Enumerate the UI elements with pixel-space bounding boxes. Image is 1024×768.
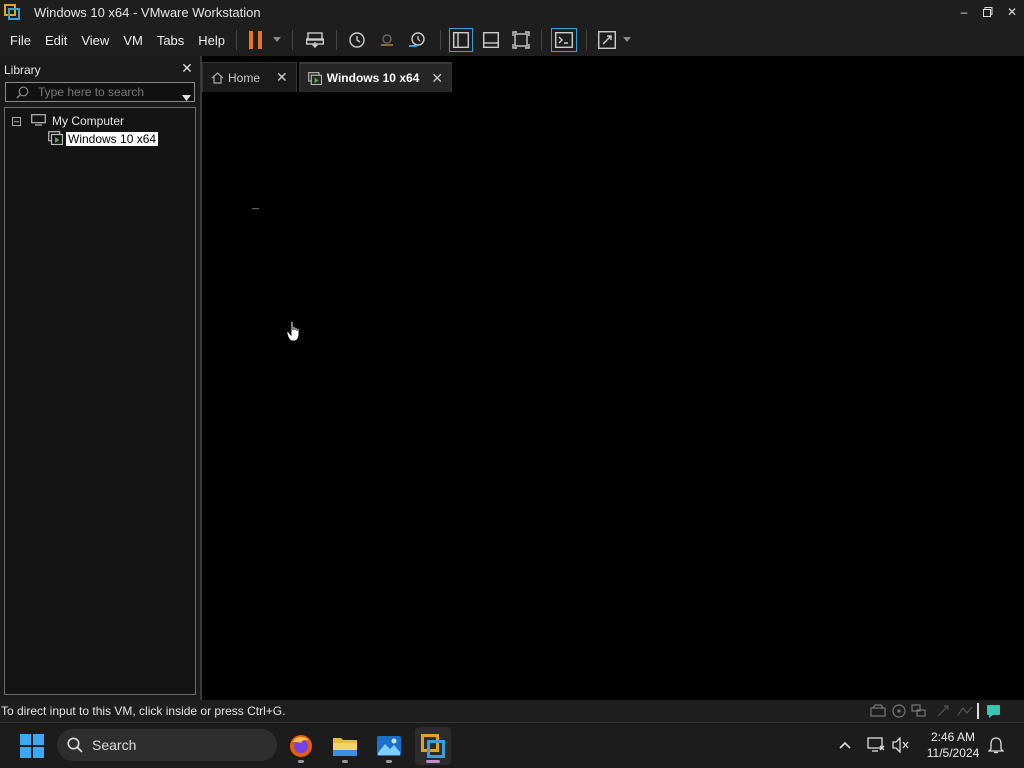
tree-label-my-computer: My Computer	[52, 114, 125, 128]
toolbar-separator	[292, 30, 293, 50]
search-icon	[67, 737, 83, 753]
tab-home[interactable]: Home ✕	[202, 62, 297, 92]
toolbar-separator	[236, 30, 237, 50]
notification-bell-icon[interactable]	[986, 735, 1006, 755]
stretch-dropdown-chevron-icon[interactable]	[621, 27, 633, 53]
menu-vm[interactable]: VM	[117, 24, 149, 56]
usb-device-icon[interactable]	[936, 704, 950, 723]
menu-tabs[interactable]: Tabs	[151, 24, 190, 56]
menu-view[interactable]: View	[75, 24, 115, 56]
revert-snapshot-icon	[376, 27, 398, 53]
taskbar-clock[interactable]: 2:46 AM 11/5/2024	[920, 729, 986, 761]
network-adapter-icon[interactable]	[911, 704, 927, 723]
send-ctrl-alt-del-icon[interactable]	[304, 27, 326, 53]
library-search-box[interactable]	[5, 82, 195, 102]
message-log-icon[interactable]	[986, 704, 1001, 723]
close-tab-icon[interactable]: ✕	[431, 70, 443, 87]
console-cursor: _	[252, 198, 260, 212]
snapshot-icon[interactable]	[346, 27, 368, 53]
vmware-taskbar-icon[interactable]	[415, 727, 451, 765]
taskbar-search-label: Search	[92, 737, 137, 753]
title-bar: Windows 10 x64 - VMware Workstation	[0, 0, 1024, 24]
tree-item-my-computer[interactable]: – My Computer	[12, 113, 124, 129]
power-dropdown-chevron-icon[interactable]	[270, 27, 284, 53]
library-search-input[interactable]	[38, 85, 178, 99]
library-tree	[4, 107, 196, 695]
active-indicator	[426, 760, 440, 763]
sound-card-icon[interactable]	[957, 704, 973, 723]
photos-app-icon[interactable]	[371, 727, 407, 765]
tab-windows-10-x64[interactable]: Windows 10 x64 ✕	[298, 62, 453, 92]
minimize-button[interactable]: –	[952, 0, 976, 24]
show-hidden-icons-chevron-icon[interactable]	[835, 735, 855, 755]
tab-label: Windows 10 x64	[326, 71, 420, 85]
search-icon	[16, 85, 30, 99]
tab-label: Home	[228, 70, 261, 85]
network-status-icon[interactable]	[866, 735, 886, 755]
collapse-toggle[interactable]: –	[12, 116, 21, 126]
cd-dvd-icon[interactable]	[892, 704, 906, 723]
volume-muted-icon[interactable]	[891, 735, 911, 755]
running-indicator	[298, 760, 304, 763]
menu-edit[interactable]: Edit	[39, 24, 73, 56]
status-message: To direct input to this VM, click inside…	[1, 704, 286, 718]
toolbar-separator	[541, 30, 542, 50]
clock-time: 2:46 AM	[930, 730, 976, 744]
taskbar-search-box[interactable]: Search	[57, 729, 277, 761]
home-icon	[211, 71, 224, 84]
close-window-button[interactable]: ✕	[1000, 0, 1024, 24]
library-close-icon[interactable]: ✕	[180, 60, 194, 76]
clock-date: 11/5/2024	[926, 746, 980, 760]
vm-icon	[48, 130, 64, 148]
vm-display[interactable]	[200, 56, 1024, 700]
file-explorer-icon[interactable]	[327, 727, 363, 765]
running-indicator	[386, 760, 392, 763]
tree-item-windows-10-x64[interactable]: Windows 10 x64	[48, 130, 159, 148]
computer-icon	[31, 113, 46, 129]
menu-file[interactable]: File	[4, 24, 37, 56]
status-divider	[977, 703, 979, 719]
show-library-icon[interactable]	[449, 28, 473, 52]
pause-icon[interactable]	[246, 27, 266, 53]
vm-icon	[307, 71, 322, 85]
stretch-guest-icon[interactable]	[596, 27, 618, 53]
thumbnail-bar-icon[interactable]	[479, 27, 503, 53]
close-tab-icon[interactable]: ✕	[276, 69, 288, 86]
windows-start-icon[interactable]	[20, 734, 44, 763]
search-dropdown-chevron-icon[interactable]	[182, 88, 191, 106]
vmware-app-icon	[4, 4, 20, 20]
windows-taskbar: Search 2:46 AM 11/5/2024	[0, 722, 1024, 768]
console-view-icon[interactable]	[551, 28, 577, 52]
library-title: Library	[4, 63, 41, 77]
menu-help[interactable]: Help	[192, 24, 231, 56]
tab-strip: Home ✕ Windows 10 x64 ✕	[202, 62, 454, 92]
tree-label-windows-10-x64: Windows 10 x64	[66, 132, 159, 146]
toolbar-separator	[336, 30, 337, 50]
firefox-icon[interactable]	[283, 727, 319, 765]
running-indicator	[342, 760, 348, 763]
toolbar-separator	[440, 30, 441, 50]
window-title: Windows 10 x64 - VMware Workstation	[34, 4, 261, 20]
hand-pointer-icon	[286, 320, 302, 347]
hard-disk-icon[interactable]	[870, 704, 886, 723]
restore-button[interactable]	[976, 0, 1000, 24]
toolbar-separator	[586, 30, 587, 50]
full-screen-icon[interactable]	[509, 27, 533, 53]
snapshot-manager-icon[interactable]	[406, 27, 428, 53]
